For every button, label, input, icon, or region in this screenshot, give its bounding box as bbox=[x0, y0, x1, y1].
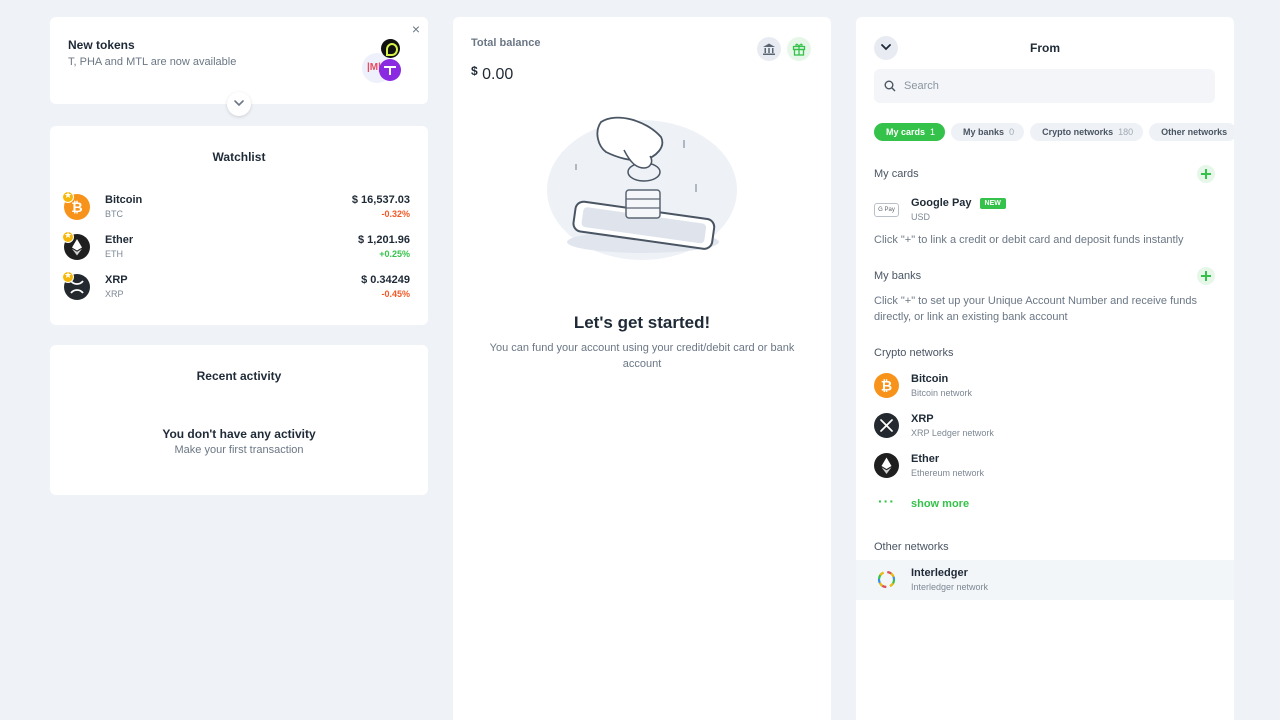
balance-card: Total balance $ 0.00 Let's get started! … bbox=[453, 17, 831, 720]
search-icon bbox=[884, 80, 896, 92]
network-subtitle: Interledger network bbox=[911, 582, 989, 592]
card-name-text: Google Pay bbox=[911, 197, 972, 209]
card-name: Google Pay NEW bbox=[911, 197, 1006, 209]
network-item-interledger[interactable]: Interledger Interledger network bbox=[856, 560, 1234, 600]
interledger-icon bbox=[874, 567, 899, 592]
coin-symbol: XRP bbox=[105, 289, 124, 299]
gift-icon bbox=[792, 43, 806, 56]
watchlist-row-bitcoin[interactable]: ₿ Bitcoin BTC $ 16,537.03 -0.32% bbox=[62, 190, 410, 223]
star-icon[interactable] bbox=[62, 230, 74, 243]
chip-my-banks[interactable]: My banks 0 bbox=[951, 123, 1025, 141]
recent-activity-card: Recent activity You don't have any activ… bbox=[50, 345, 428, 495]
new-badge: NEW bbox=[979, 198, 1006, 209]
more-dots-icon: ··· bbox=[878, 493, 895, 509]
watchlist-row-xrp[interactable]: XRP XRP $ 0.34249 -0.45% bbox=[62, 270, 410, 303]
coin-price: $ 0.34249 bbox=[361, 274, 410, 286]
fund-account-description: You can fund your account using your cre… bbox=[489, 342, 795, 370]
network-subtitle: Ethereum network bbox=[911, 468, 985, 478]
t-token-icon bbox=[381, 39, 400, 58]
my-banks-section-title: My banks bbox=[874, 270, 922, 282]
coin-symbol: BTC bbox=[105, 209, 123, 219]
watchlist-card: Watchlist ₿ Bitcoin BTC $ 16,537.03 -0.3… bbox=[50, 126, 428, 325]
network-name: Ether bbox=[911, 453, 940, 465]
balance-amount: 0.00 bbox=[482, 66, 514, 83]
chip-label: Crypto networks bbox=[1042, 127, 1114, 137]
chip-count: 1 bbox=[930, 127, 936, 137]
chip-crypto-networks[interactable]: Crypto networks 180 bbox=[1030, 123, 1144, 141]
search-box bbox=[874, 69, 1215, 103]
my-cards-section-title: My cards bbox=[874, 168, 919, 180]
network-name: Bitcoin bbox=[911, 373, 949, 385]
gift-button[interactable] bbox=[787, 37, 811, 61]
new-tokens-subtitle: T, PHA and MTL are now available bbox=[68, 56, 237, 68]
coin-price: $ 1,201.96 bbox=[358, 234, 410, 246]
network-item-ether[interactable]: Ether Ethereum network bbox=[856, 446, 1234, 486]
pha-token-icon bbox=[379, 59, 401, 81]
coin-name: Ether bbox=[105, 234, 134, 246]
filter-chips: My cards 1 My banks 0 Crypto networks 180 Othe… bbox=[874, 122, 1234, 141]
coin-name: Bitcoin bbox=[105, 194, 143, 206]
chip-label: Other networks bbox=[1161, 127, 1228, 137]
watchlist-row-ether[interactable]: Ether ETH $ 1,201.96 +0.25% bbox=[62, 230, 410, 263]
ether-icon bbox=[874, 453, 899, 478]
google-pay-item[interactable]: G Pay Google Pay NEW USD bbox=[856, 190, 1234, 230]
bitcoin-icon: ₿ bbox=[874, 373, 899, 398]
my-banks-info: Click "+" to set up your Unique Account … bbox=[874, 295, 1198, 323]
chip-label: My cards bbox=[886, 127, 926, 137]
chip-count: 0 bbox=[1009, 127, 1015, 137]
network-item-xrp[interactable]: XRP XRP Ledger network bbox=[856, 406, 1234, 446]
network-name: XRP bbox=[911, 413, 934, 425]
my-cards-info: Click "+" to link a credit or debit card… bbox=[874, 234, 1184, 246]
coin-price: $ 16,537.03 bbox=[351, 194, 410, 206]
network-subtitle: XRP Ledger network bbox=[911, 428, 994, 438]
show-more-button[interactable]: ··· show more bbox=[856, 494, 1234, 516]
from-panel: From My cards 1 My banks 0 Crypto networks 18… bbox=[856, 17, 1234, 720]
empty-activity-subtitle: Make your first transaction bbox=[174, 444, 304, 456]
crypto-networks-section-title: Crypto networks bbox=[874, 347, 954, 359]
show-more-label: show more bbox=[911, 498, 970, 510]
coin-name: XRP bbox=[105, 274, 128, 286]
chip-count: 180 bbox=[1118, 127, 1134, 137]
add-bank-button[interactable] bbox=[1197, 267, 1215, 285]
empty-activity-title: You don't have any activity bbox=[162, 427, 316, 441]
total-balance-label: Total balance bbox=[471, 37, 541, 49]
add-card-button[interactable] bbox=[1197, 165, 1215, 183]
get-started-heading: Let's get started! bbox=[573, 313, 711, 332]
watchlist-title: Watchlist bbox=[212, 150, 266, 164]
coin-change: +0.25% bbox=[379, 249, 410, 259]
total-balance-value: $ 0.00 bbox=[471, 64, 513, 84]
fund-account-illustration bbox=[547, 116, 737, 260]
bank-icon bbox=[763, 43, 775, 55]
svg-text:₿: ₿ bbox=[71, 199, 82, 215]
new-token-icons: |M| bbox=[362, 37, 412, 87]
network-name: Interledger bbox=[911, 567, 968, 579]
new-tokens-title: New tokens bbox=[68, 38, 135, 52]
svg-text:₿: ₿ bbox=[881, 378, 892, 394]
currency-symbol: $ bbox=[471, 64, 478, 78]
network-item-bitcoin[interactable]: ₿ Bitcoin Bitcoin network bbox=[856, 366, 1234, 406]
chip-other-networks[interactable]: Other networks bbox=[1149, 123, 1234, 141]
google-pay-icon: G Pay bbox=[874, 203, 899, 217]
star-icon[interactable] bbox=[62, 190, 74, 203]
close-icon[interactable]: × bbox=[412, 22, 420, 36]
recent-activity-title: Recent activity bbox=[196, 369, 282, 383]
other-networks-section-title: Other networks bbox=[874, 541, 949, 553]
card-currency: USD bbox=[911, 212, 931, 222]
new-tokens-banner: New tokens T, PHA and MTL are now availa… bbox=[50, 17, 428, 104]
coin-change: -0.45% bbox=[381, 289, 410, 299]
chevron-down-icon bbox=[234, 100, 244, 107]
xrp-icon bbox=[874, 413, 899, 438]
from-panel-title: From bbox=[1030, 41, 1060, 55]
network-subtitle: Bitcoin network bbox=[911, 388, 973, 398]
search-input[interactable] bbox=[904, 69, 1204, 103]
star-icon[interactable] bbox=[62, 270, 74, 283]
chip-my-cards[interactable]: My cards 1 bbox=[874, 123, 946, 141]
coin-symbol: ETH bbox=[105, 249, 123, 259]
bank-button[interactable] bbox=[757, 37, 781, 61]
collapse-banner-button[interactable] bbox=[227, 92, 251, 116]
chip-label: My banks bbox=[963, 127, 1005, 137]
coin-change: -0.32% bbox=[381, 209, 410, 219]
